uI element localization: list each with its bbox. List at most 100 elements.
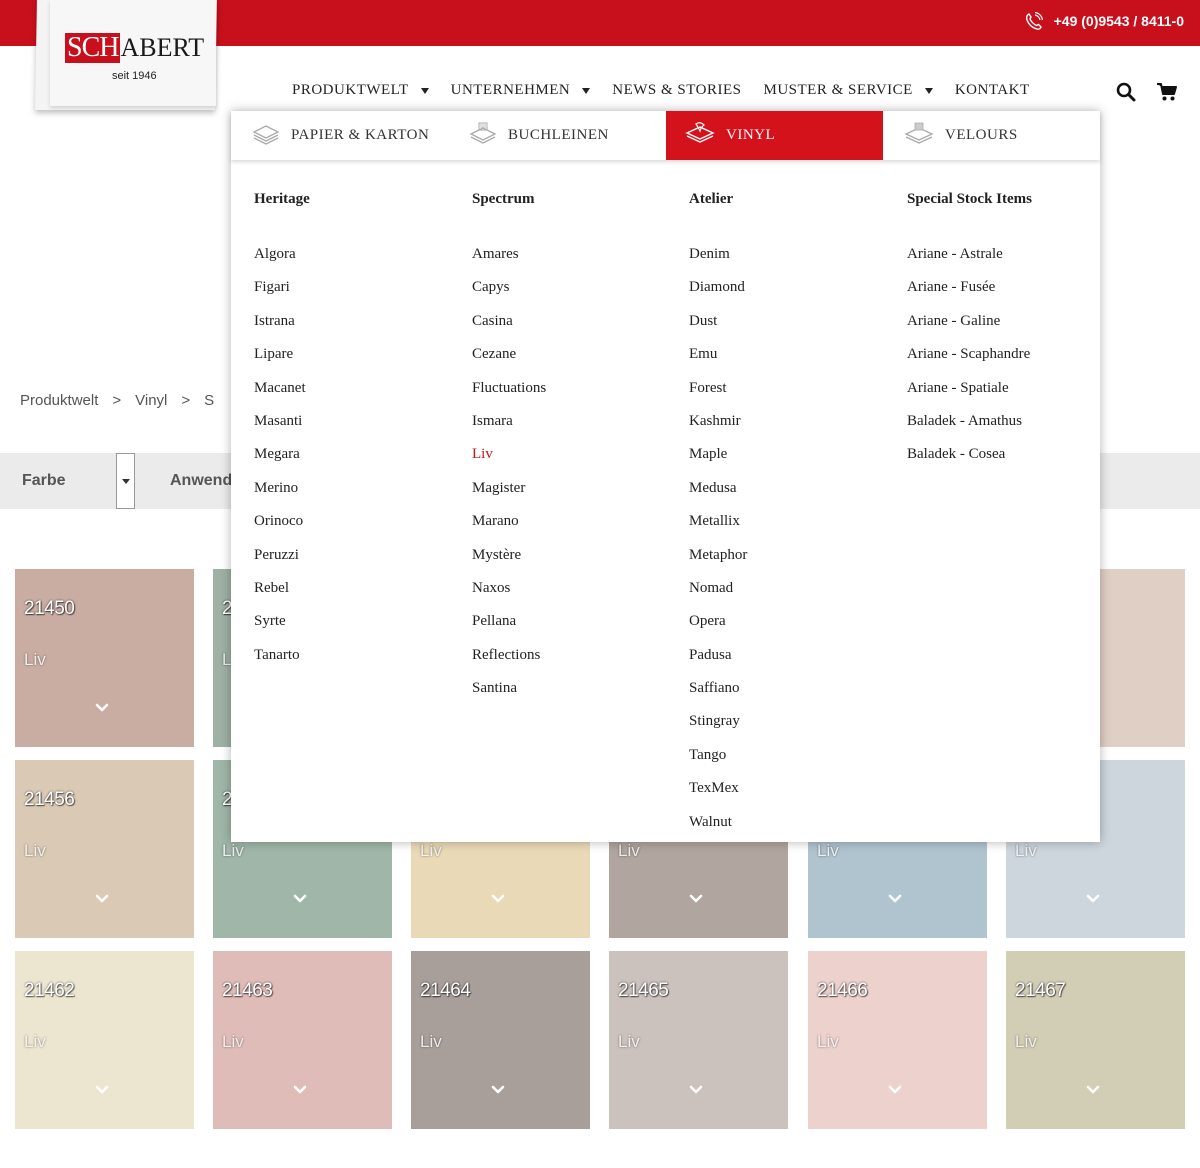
color-swatch[interactable]: 21450 Liv [15, 569, 194, 747]
menu-item-liv[interactable]: Liv [472, 445, 546, 478]
menu-item-fluctuations[interactable]: Fluctuations [472, 379, 546, 412]
menu-item-opera[interactable]: Opera [689, 612, 747, 645]
menu-item-walnut[interactable]: Walnut [689, 813, 747, 846]
chevron-down-icon[interactable] [293, 892, 307, 906]
breadcrumb-separator: > [112, 392, 122, 409]
chevron-down-icon[interactable] [689, 1083, 703, 1097]
chevron-down-icon[interactable] [95, 1083, 109, 1097]
swatch-name: Liv [24, 841, 46, 860]
nav-item-unternehmen[interactable]: UNTERNEHMEN [451, 82, 591, 99]
menu-item-ariane-scaphandre[interactable]: Ariane - Scaphandre [907, 345, 1032, 378]
cart-icon[interactable] [1156, 82, 1178, 107]
menu-item-algora[interactable]: Algora [254, 245, 310, 278]
chevron-down-icon[interactable] [689, 892, 703, 906]
caret-down-icon [582, 87, 591, 94]
nav-item-news-stories[interactable]: NEWS & STORIES [612, 82, 741, 99]
breadcrumb-item-vinyl[interactable]: Vinyl [135, 392, 167, 409]
menu-item-maple[interactable]: Maple [689, 445, 747, 478]
breadcrumb-item-current[interactable]: S [204, 392, 214, 409]
tab-vinyl[interactable]: VINYL [666, 111, 883, 160]
menu-item-megara[interactable]: Megara [254, 445, 310, 478]
menu-item-tanarto[interactable]: Tanarto [254, 646, 310, 679]
farbe-dropdown-toggle[interactable] [116, 453, 135, 509]
menu-item-tango[interactable]: Tango [689, 746, 747, 779]
menu-item-casina[interactable]: Casina [472, 312, 546, 345]
nav-item-produktwelt[interactable]: PRODUKTWELT [292, 82, 429, 99]
filter-label-anwendung[interactable]: Anwend [170, 472, 232, 490]
menu-item-myst-re[interactable]: Mystère [472, 546, 546, 579]
menu-item-syrte[interactable]: Syrte [254, 612, 310, 645]
chevron-down-icon[interactable] [491, 1083, 505, 1097]
menu-item-ismara[interactable]: Ismara [472, 412, 546, 445]
menu-item-ariane-spatiale[interactable]: Ariane - Spatiale [907, 379, 1032, 412]
menu-item-dust[interactable]: Dust [689, 312, 747, 345]
menu-item-reflections[interactable]: Reflections [472, 646, 546, 679]
menu-item-pellana[interactable]: Pellana [472, 612, 546, 645]
menu-item-lipare[interactable]: Lipare [254, 345, 310, 378]
menu-item-cezane[interactable]: Cezane [472, 345, 546, 378]
nav-item-kontakt[interactable]: KONTAKT [955, 82, 1030, 99]
chevron-down-icon[interactable] [95, 892, 109, 906]
menu-item-saffiano[interactable]: Saffiano [689, 679, 747, 712]
menu-item-rebel[interactable]: Rebel [254, 579, 310, 612]
color-swatch[interactable]: 21467 Liv [1006, 951, 1185, 1129]
breadcrumb-item-produktwelt[interactable]: Produktwelt [20, 392, 98, 409]
color-swatch[interactable]: 21462 Liv [15, 951, 194, 1129]
menu-item-capys[interactable]: Capys [472, 278, 546, 311]
menu-item-santina[interactable]: Santina [472, 679, 546, 712]
search-icon[interactable] [1116, 82, 1136, 107]
tab-papier-karton[interactable]: PAPIER & KARTON [231, 111, 448, 160]
menu-item-forest[interactable]: Forest [689, 379, 747, 412]
menu-item-amares[interactable]: Amares [472, 245, 546, 278]
menu-item-istrana[interactable]: Istrana [254, 312, 310, 345]
nav-label: KONTAKT [954, 82, 1030, 98]
phone-contact[interactable]: +49 (0)9543 / 8411-0 [1024, 11, 1184, 31]
caret-down-icon [420, 87, 429, 94]
chevron-down-icon[interactable] [95, 701, 109, 715]
chevron-down-icon[interactable] [1086, 1083, 1100, 1097]
menu-item-metaphor[interactable]: Metaphor [689, 546, 747, 579]
color-swatch[interactable]: 21466 Liv [808, 951, 987, 1129]
menu-item-peruzzi[interactable]: Peruzzi [254, 546, 310, 579]
menu-item-marano[interactable]: Marano [472, 512, 546, 545]
tab-buchleinen[interactable]: BUCHLEINEN [448, 111, 666, 160]
menu-item-ariane-astrale[interactable]: Ariane - Astrale [907, 245, 1032, 278]
menu-item-padusa[interactable]: Padusa [689, 646, 747, 679]
tab-label: BUCHLEINEN [508, 127, 609, 143]
menu-item-macanet[interactable]: Macanet [254, 379, 310, 412]
chevron-down-icon[interactable] [491, 892, 505, 906]
menu-item-metallix[interactable]: Metallix [689, 512, 747, 545]
color-swatch[interactable]: 21464 Liv [411, 951, 590, 1129]
menu-item-merino[interactable]: Merino [254, 479, 310, 512]
color-swatch[interactable]: 21465 Liv [609, 951, 788, 1129]
menu-item-baladek-cosea[interactable]: Baladek - Cosea [907, 445, 1032, 478]
nav-item-muster-service[interactable]: MUSTER & SERVICE [764, 82, 933, 99]
menu-item-naxos[interactable]: Naxos [472, 579, 546, 612]
chevron-down-icon[interactable] [293, 1083, 307, 1097]
color-swatch[interactable]: 21463 Liv [213, 951, 392, 1129]
menu-item-magister[interactable]: Magister [472, 479, 546, 512]
menu-item-ariane-galine[interactable]: Ariane - Galine [907, 312, 1032, 345]
swatch-code: 21462 [24, 980, 75, 1001]
menu-item-stingray[interactable]: Stingray [689, 712, 747, 745]
menu-item-orinoco[interactable]: Orinoco [254, 512, 310, 545]
menu-item-diamond[interactable]: Diamond [689, 278, 747, 311]
menu-item-figari[interactable]: Figari [254, 278, 310, 311]
tab-velours[interactable]: VELOURS [883, 111, 1100, 160]
chevron-down-icon[interactable] [1086, 892, 1100, 906]
color-swatch[interactable]: 21456 Liv [15, 760, 194, 938]
swatch-name: Liv [618, 841, 640, 860]
menu-item-emu[interactable]: Emu [689, 345, 747, 378]
menu-item-texmex[interactable]: TexMex [689, 779, 747, 812]
chevron-down-icon[interactable] [888, 892, 902, 906]
menu-item-kashmir[interactable]: Kashmir [689, 412, 747, 445]
menu-item-nomad[interactable]: Nomad [689, 579, 747, 612]
menu-item-denim[interactable]: Denim [689, 245, 747, 278]
phone-icon [1024, 11, 1044, 31]
menu-item-medusa[interactable]: Medusa [689, 479, 747, 512]
logo[interactable]: SCH ABERT seit 1946 [50, 0, 216, 106]
menu-item-baladek-amathus[interactable]: Baladek - Amathus [907, 412, 1032, 445]
menu-item-ariane-fus-e[interactable]: Ariane - Fusée [907, 278, 1032, 311]
chevron-down-icon[interactable] [888, 1083, 902, 1097]
menu-item-masanti[interactable]: Masanti [254, 412, 310, 445]
